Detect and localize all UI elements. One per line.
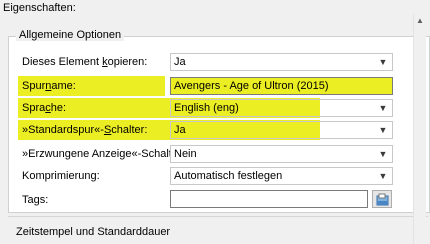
copy-element-label: Dieses Element kopieren: <box>22 56 148 68</box>
chevron-down-icon: ▼ <box>378 125 388 135</box>
compression-label: Komprimierung: <box>22 170 100 182</box>
default-track-select[interactable]: Ja ▼ <box>170 121 393 139</box>
chevron-down-icon: ▼ <box>378 103 388 113</box>
tags-input[interactable] <box>170 190 368 208</box>
chevron-down-icon: ▼ <box>378 57 388 67</box>
forced-display-label: »Erzwungene Anzeige«-Schalter: <box>22 148 185 160</box>
compression-select[interactable]: Automatisch festlegen ▼ <box>170 167 393 185</box>
forced-display-select[interactable]: Nein ▼ <box>170 145 393 163</box>
language-label: Sprache: <box>22 102 67 114</box>
forced-display-value: Nein <box>174 148 197 160</box>
chevron-down-icon: ▼ <box>378 149 388 159</box>
general-options-title: Allgemeine Optionen <box>16 29 125 41</box>
default-track-label: »Standardspur«-Schalter: <box>22 124 148 136</box>
scroll-up-icon[interactable]: ▲ <box>414 14 426 28</box>
timestamps-section-title: Zeitstempel und Standarddauer <box>16 226 171 238</box>
browse-tags-button[interactable] <box>372 190 392 208</box>
trackname-label: Spurname: <box>22 80 76 92</box>
chevron-down-icon: ▼ <box>378 171 388 181</box>
open-file-icon <box>376 193 389 206</box>
tags-label: Tags: <box>22 194 49 206</box>
panel-caption: Eigenschaften: <box>3 2 76 14</box>
trackname-value: Avengers - Age of Ultron (2015) <box>174 80 329 92</box>
copy-element-value: Ja <box>174 56 186 68</box>
default-track-value: Ja <box>174 124 186 136</box>
language-select[interactable]: English (eng) ▼ <box>170 99 393 117</box>
trackname-input[interactable]: Avengers - Age of Ultron (2015) <box>170 77 393 95</box>
copy-element-select[interactable]: Ja ▼ <box>170 53 393 71</box>
vertical-scrollbar[interactable]: ▲ <box>413 14 426 244</box>
compression-value: Automatisch festlegen <box>174 170 283 182</box>
section-divider <box>8 216 428 217</box>
language-value: English (eng) <box>174 102 239 114</box>
